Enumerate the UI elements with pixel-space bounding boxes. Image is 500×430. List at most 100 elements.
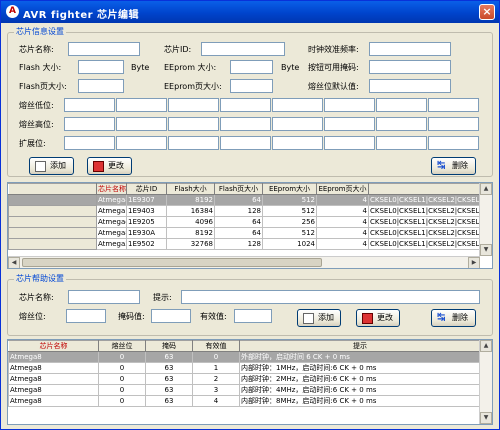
chip-table-hscroll[interactable]: ◀ ▶	[8, 256, 480, 268]
column-header[interactable]: 有效值	[192, 340, 240, 352]
fuse-bit-input[interactable]	[168, 136, 219, 150]
row-header[interactable]	[8, 205, 97, 217]
eeprom-page-input[interactable]	[230, 79, 273, 93]
fuse-bit-input[interactable]	[220, 117, 271, 131]
fuse-bit-input[interactable]	[376, 136, 427, 150]
table-row[interactable]: Atmega81E93078192645124CKSEL0|CKSEL1|CKS…	[8, 194, 492, 206]
chip-id-input[interactable]	[201, 42, 285, 56]
chip-modify-button[interactable]: 更改	[87, 157, 132, 175]
chip-table[interactable]: 芯片名称 芯片ID Flash大小 Flash页大小 EEprom大小 EEprom页大小…	[7, 182, 493, 269]
table-row[interactable]: Atmega881E930A8192645124CKSEL0|CKSEL1|CK…	[8, 227, 492, 239]
fuse-default-input[interactable]	[369, 79, 451, 93]
column-header[interactable]: 提示	[239, 340, 481, 352]
fuse-bit-input[interactable]	[220, 98, 271, 112]
column-header[interactable]: 芯片名称	[96, 183, 127, 195]
help-hint-input[interactable]	[181, 290, 480, 304]
help-table[interactable]: 芯片名称 熔丝位 掩码 有效值 提示 Atmega8 0 63 0 外部时钟，启动时间 6 CK…	[7, 339, 493, 425]
row-header[interactable]	[8, 194, 97, 206]
table-cell: 63	[145, 351, 193, 363]
table-row[interactable]: Atmega8 0 63 0 外部时钟，启动时间 6 CK + 0 ms	[8, 351, 481, 363]
column-header[interactable]: 熔丝低位	[368, 183, 492, 195]
table-cell: CKSEL0|CKSEL1|CKSEL2|CKSEL3|SUT0|SUT1|CK	[368, 216, 492, 228]
column-header[interactable]: 芯片名称	[8, 340, 99, 352]
fuse-bit-input[interactable]	[324, 117, 375, 131]
fuse-bit-input[interactable]	[64, 117, 115, 131]
flash-page-input[interactable]	[78, 79, 124, 93]
row-header[interactable]	[8, 227, 97, 239]
table-cell: 0	[98, 362, 146, 374]
row-header[interactable]	[8, 216, 97, 228]
help-add-button[interactable]: 添加	[297, 309, 341, 327]
table-cell: 4096	[166, 216, 215, 228]
flash-size-input[interactable]	[78, 60, 124, 74]
clock-freq-input[interactable]	[369, 42, 451, 56]
table-row[interactable]: Atmega8 0 63 1 内部时钟：1MHz，启动时间:6 CK + 0 ms	[8, 362, 481, 374]
fuse-ext-label: 扩展位:	[19, 139, 46, 148]
table-cell: Atmega8	[8, 384, 99, 396]
column-header[interactable]: Flash页大小	[214, 183, 263, 195]
table-row[interactable]: Atmega161E9403163841285124CKSEL0|CKSEL1|…	[8, 205, 492, 217]
fuse-bit-input[interactable]	[168, 117, 219, 131]
column-header[interactable]: 熔丝位	[98, 340, 146, 352]
fuse-bit-input[interactable]	[376, 117, 427, 131]
help-valid-input[interactable]	[234, 309, 272, 323]
table-cell: 512	[262, 227, 317, 239]
editor-window: A AVR fighter 芯片编辑 × 芯片信息设置 芯片名称: 芯片ID: …	[0, 0, 500, 430]
fuse-bit-input[interactable]	[324, 98, 375, 112]
fuse-bit-input[interactable]	[272, 117, 323, 131]
table-row[interactable]: Atmega321E95023276812810244CKSEL0|CKSEL1…	[8, 238, 492, 250]
help-fuse-input[interactable]	[66, 309, 106, 323]
column-header[interactable]: EEprom页大小	[316, 183, 369, 195]
help-hint-label: 提示:	[153, 293, 172, 302]
table-cell: 63	[145, 373, 193, 385]
chip-add-button[interactable]: 添加	[29, 157, 74, 175]
table-row[interactable]: Atmega8 0 63 4 内部时钟：8MHz，启动时间:6 CK + 0 ms	[8, 395, 481, 407]
fuse-bit-input[interactable]	[324, 136, 375, 150]
fuse-bit-input[interactable]	[64, 136, 115, 150]
row-header[interactable]	[8, 238, 97, 250]
eeprom-size-input[interactable]	[230, 60, 273, 74]
help-modify-button[interactable]: 更改	[356, 309, 400, 327]
eeprom-size-unit: Byte	[281, 63, 300, 72]
fuse-bit-input[interactable]	[272, 136, 323, 150]
column-header[interactable]: 掩码	[145, 340, 193, 352]
chip-name-label: 芯片名称:	[19, 45, 54, 54]
fuse-bit-input[interactable]	[428, 98, 479, 112]
fuse-bit-input[interactable]	[428, 117, 479, 131]
edit-icon	[362, 313, 373, 324]
table-cell: CKSEL0|CKSEL1|CKSEL2|CKSEL3|SUT0|SUT1|CK	[368, 227, 492, 239]
fuse-bit-input[interactable]	[116, 117, 167, 131]
key-mask-input[interactable]	[369, 60, 451, 74]
fuse-bit-input[interactable]	[116, 98, 167, 112]
table-cell: Atmega8	[8, 395, 99, 407]
flash-size-label: Flash 大小:	[19, 63, 62, 72]
help-delete-button[interactable]: ↹ 删除	[431, 309, 476, 327]
column-header[interactable]: EEprom大小	[262, 183, 317, 195]
fuse-bit-input[interactable]	[272, 98, 323, 112]
fuse-bit-input[interactable]	[116, 136, 167, 150]
fuse-low-label: 熔丝低位:	[19, 101, 54, 110]
chip-name-input[interactable]	[68, 42, 140, 56]
fuse-high-label: 熔丝高位:	[19, 120, 54, 129]
chip-table-vscroll[interactable]: ▲ ▼	[479, 183, 492, 256]
column-header[interactable]: 芯片ID	[126, 183, 167, 195]
table-cell: Atmega88	[96, 227, 127, 239]
table-cell: 4	[316, 205, 369, 217]
column-header[interactable]: Flash大小	[166, 183, 215, 195]
table-row[interactable]: Atmega8 0 63 3 内部时钟：4MHz，启动时间:6 CK + 0 ms	[8, 384, 481, 396]
help-chip-name-input[interactable]	[68, 290, 140, 304]
close-button[interactable]: ×	[479, 4, 495, 20]
fuse-bit-input[interactable]	[220, 136, 271, 150]
fuse-bit-input[interactable]	[168, 98, 219, 112]
chip-delete-button[interactable]: ↹ 删除	[431, 157, 476, 175]
help-group: 芯片帮助设置	[7, 274, 493, 336]
help-mask-input[interactable]	[151, 309, 191, 323]
help-table-vscroll[interactable]: ▲ ▼	[479, 340, 492, 424]
table-row[interactable]: Atmega8 0 63 2 内部时钟：2MHz，启动时间:6 CK + 0 ms	[8, 373, 481, 385]
title-bar[interactable]: A AVR fighter 芯片编辑 ×	[1, 1, 499, 23]
fuse-bit-input[interactable]	[428, 136, 479, 150]
table-row[interactable]: Atmega481E92054096642564CKSEL0|CKSEL1|CK…	[8, 216, 492, 228]
fuse-bit-input[interactable]	[64, 98, 115, 112]
fuse-bit-input[interactable]	[376, 98, 427, 112]
fuse-default-label: 熔丝位默认值:	[308, 82, 359, 91]
